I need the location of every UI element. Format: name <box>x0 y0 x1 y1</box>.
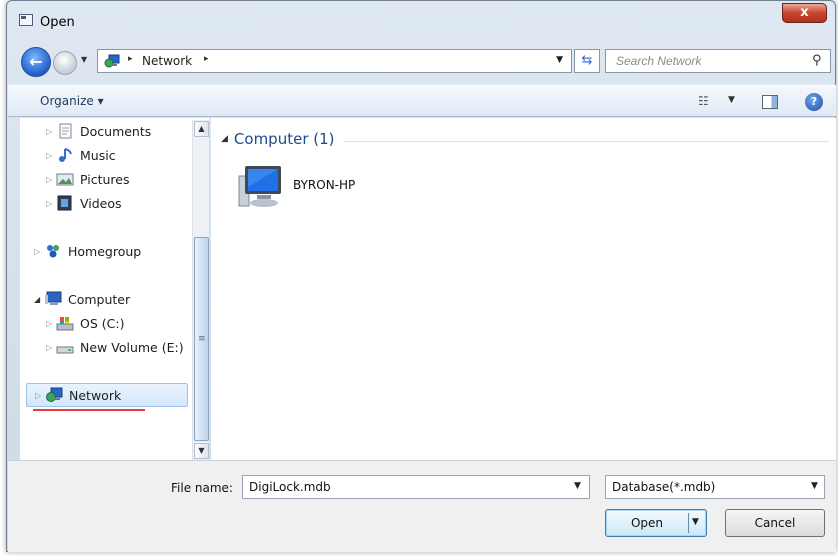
computer-icon <box>45 291 62 305</box>
address-bar[interactable]: ▸ Network ▸ ▼ <box>97 49 572 73</box>
nav-item-documents[interactable]: ▷ Documents <box>46 121 151 141</box>
nav-item-label: New Volume (E:) <box>80 339 184 355</box>
nav-pane-scrollbar[interactable]: ▲ ≡ ▼ <box>192 120 209 460</box>
nav-item-label: Pictures <box>80 171 130 187</box>
nav-item-label: Computer <box>68 291 131 307</box>
file-name-dropdown-icon[interactable]: ▼ <box>574 481 581 491</box>
group-header-computer[interactable]: ◢ Computer (1) <box>221 130 335 148</box>
breadcrumb-network[interactable]: Network <box>142 54 192 68</box>
drive-e-icon <box>56 346 74 354</box>
change-view-icon[interactable]: ☷ <box>698 94 709 108</box>
file-type-select[interactable]: Database(*.mdb) <box>605 475 825 499</box>
help-icon[interactable]: ? <box>805 93 823 111</box>
expand-arrow-icon[interactable]: ▷ <box>46 151 56 160</box>
cancel-button[interactable]: Cancel <box>725 509 825 537</box>
music-icon <box>59 148 72 162</box>
recent-pages-dropdown[interactable]: ▼ <box>81 55 87 64</box>
window-icon <box>19 14 33 26</box>
group-divider <box>343 141 829 142</box>
scroll-thumb[interactable]: ≡ <box>194 237 209 441</box>
network-icon <box>46 387 63 402</box>
organize-button[interactable]: Organize ▾ <box>40 94 104 108</box>
nav-item-computer[interactable]: ◢ Computer <box>34 289 130 309</box>
nav-item-homegroup[interactable]: ▷ Homegroup <box>34 241 141 261</box>
nav-item-label: Music <box>80 147 116 163</box>
computer-icon <box>238 166 281 207</box>
title-bar: Open x <box>7 1 835 41</box>
view-options-dropdown[interactable]: ▼ <box>728 95 735 105</box>
address-dropdown-icon[interactable]: ▼ <box>556 55 563 65</box>
nav-item-label: Homegroup <box>68 243 142 259</box>
open-options-dropdown-icon[interactable]: ▼ <box>692 517 699 527</box>
pictures-icon <box>56 173 74 186</box>
nav-item-label: Network <box>69 387 122 403</box>
scroll-grip-icon: ≡ <box>198 334 206 344</box>
collapse-arrow-icon[interactable]: ◢ <box>34 295 44 304</box>
scroll-down-button[interactable]: ▼ <box>194 443 209 459</box>
split-divider <box>688 513 689 533</box>
nav-item-os-c[interactable]: ▷ OS (C:) <box>46 313 124 333</box>
nav-item-music[interactable]: ▷ Music <box>46 145 116 165</box>
homegroup-icon <box>47 245 59 258</box>
file-list-pane: ◢ Computer (1) BYRON-HP <box>211 118 836 460</box>
annotation-underline <box>33 409 145 411</box>
back-button[interactable]: ← <box>21 47 51 77</box>
scroll-up-button[interactable]: ▲ <box>194 121 209 137</box>
forward-button[interactable] <box>53 51 77 75</box>
breadcrumb-separator[interactable]: ▸ <box>204 54 209 64</box>
group-title: Computer (1) <box>233 130 335 148</box>
open-button-label: Open <box>630 516 664 530</box>
command-bar: Organize ▾ ☷ ▼ ? <box>8 85 836 117</box>
nav-item-label: Videos <box>80 195 122 211</box>
bottom-panel: File name: ▼ Database(*.mdb) ▼ Open ▼ Ca… <box>8 460 836 552</box>
expand-arrow-icon[interactable]: ▷ <box>46 319 56 328</box>
close-button[interactable]: x <box>782 3 827 23</box>
nav-item-label: Documents <box>80 123 152 139</box>
nav-item-pictures[interactable]: ▷ Pictures <box>46 169 130 189</box>
network-computer-item[interactable]: BYRON-HP <box>231 162 431 212</box>
computer-name-label: BYRON-HP <box>293 178 356 192</box>
nav-item-videos[interactable]: ▷ Videos <box>46 193 122 213</box>
videos-icon <box>57 195 72 211</box>
open-button[interactable]: Open ▼ <box>605 509 707 537</box>
window-title: Open <box>40 15 75 30</box>
nav-item-label: OS (C:) <box>80 315 125 331</box>
breadcrumb-separator[interactable]: ▸ <box>128 54 133 64</box>
drive-c-icon <box>56 317 74 331</box>
open-dialog: Open x ← ▼ ▸ Network ▸ ▼ ⇆ ⚲ Organize ▾ … <box>6 0 836 552</box>
file-type-dropdown-icon[interactable]: ▼ <box>811 481 818 491</box>
expand-arrow-icon[interactable]: ▷ <box>34 247 44 256</box>
nav-item-network[interactable]: ▷ Network <box>26 383 188 407</box>
search-icon[interactable]: ⚲ <box>812 53 822 68</box>
expand-arrow-icon[interactable]: ▷ <box>46 343 56 352</box>
file-name-label: File name: <box>171 481 233 495</box>
expand-arrow-icon[interactable]: ▷ <box>46 127 56 136</box>
search-input[interactable] <box>605 49 831 73</box>
expand-arrow-icon[interactable]: ▷ <box>46 199 56 208</box>
documents-icon <box>59 123 72 139</box>
file-name-input[interactable] <box>242 475 590 499</box>
expand-arrow-icon[interactable]: ▷ <box>35 391 45 400</box>
collapse-arrow-icon[interactable]: ◢ <box>221 134 228 144</box>
preview-pane-icon[interactable] <box>762 95 778 109</box>
expand-arrow-icon[interactable]: ▷ <box>46 175 56 184</box>
network-icon <box>104 54 120 68</box>
nav-item-new-volume-e[interactable]: ▷ New Volume (E:) <box>46 337 184 357</box>
refresh-button[interactable]: ⇆ <box>574 49 600 73</box>
